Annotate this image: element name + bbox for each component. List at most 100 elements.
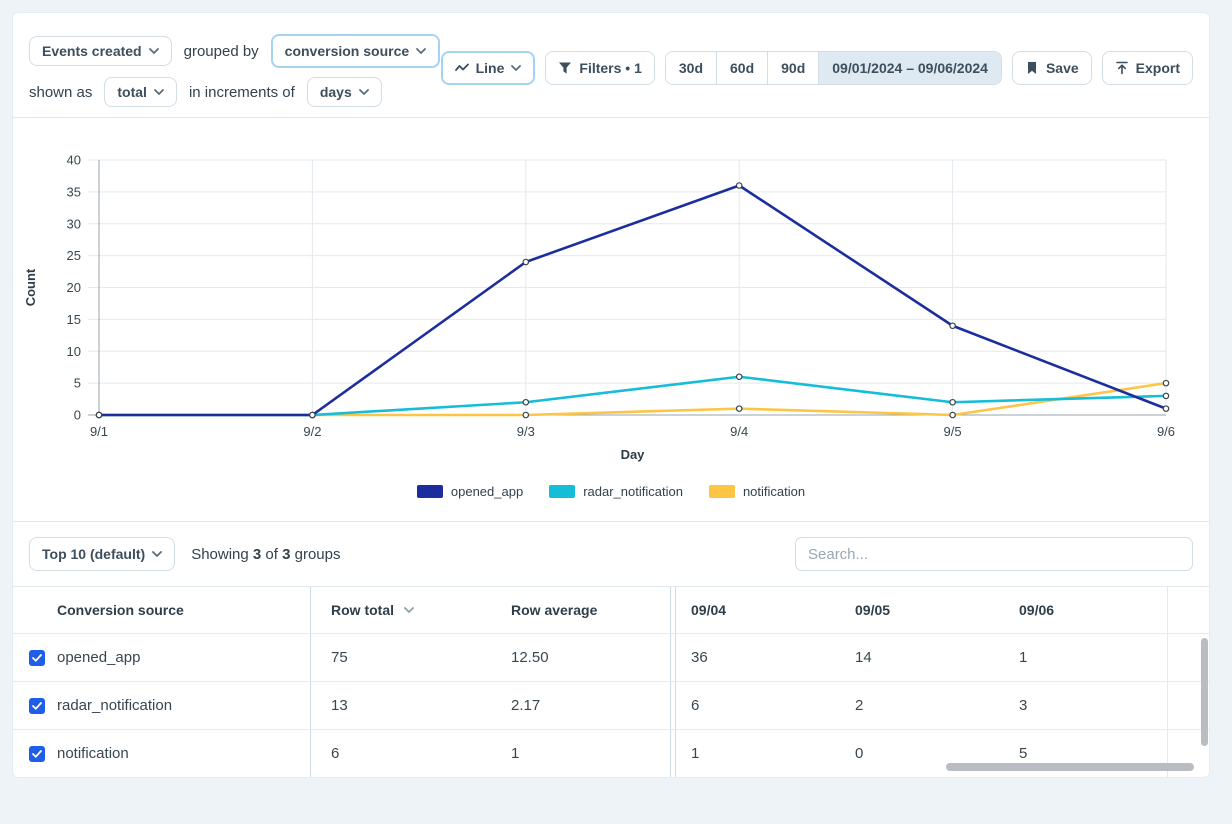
row-average-cell: 12.50 <box>491 634 671 681</box>
scrollable-columns: 09/04 09/05 09/06 <box>675 587 1209 633</box>
chart-type-dropdown[interactable]: Line <box>440 51 536 85</box>
chart-section: 0 5 10 15 20 25 30 35 40 9/1 9/2 9/3 9/4 9/5 9/6 Count D… <box>13 118 1209 521</box>
row-checkbox[interactable] <box>29 649 45 666</box>
checkmark-icon <box>32 749 42 758</box>
save-button[interactable]: Save <box>1011 51 1092 85</box>
chevron-down-icon <box>148 48 159 54</box>
legend-swatch <box>416 485 443 498</box>
metric-dropdown-label: Events created <box>42 43 142 59</box>
top-groups-label: Top 10 (default) <box>42 546 146 562</box>
filters-button[interactable]: Filters • 1 <box>545 51 655 85</box>
sort-chevron-down-icon <box>404 607 414 613</box>
chevron-down-icon <box>511 65 522 71</box>
svg-text:5: 5 <box>74 376 81 391</box>
row-average-cell: 1 <box>491 730 671 777</box>
svg-text:9/4: 9/4 <box>730 424 748 439</box>
legend-label: opened_app <box>450 484 524 499</box>
column-header-09-06[interactable]: 09/06 <box>1004 587 1168 633</box>
legend-item-opened-app[interactable]: opened_app <box>416 484 524 499</box>
bookmark-icon <box>1027 62 1036 74</box>
svg-text:10: 10 <box>67 344 81 359</box>
horizontal-scrollbar[interactable] <box>946 763 1194 771</box>
query-builder: Events created grouped by conversion sou… <box>29 34 441 117</box>
export-up-arrow-icon <box>1115 61 1128 75</box>
svg-text:9/3: 9/3 <box>517 424 535 439</box>
filters-label: Filters • 1 <box>579 60 642 76</box>
svg-text:9/2: 9/2 <box>303 424 321 439</box>
group-by-value: conversion source <box>284 43 410 59</box>
legend-swatch <box>549 485 576 498</box>
column-header-row-total[interactable]: Row total <box>311 587 491 633</box>
value-cell: 3 <box>1004 682 1168 729</box>
svg-text:Count: Count <box>23 268 38 306</box>
column-header-09-05[interactable]: 09/05 <box>840 587 1004 633</box>
column-header-09-04[interactable]: 09/04 <box>676 587 840 633</box>
custom-date-range-button[interactable]: 09/01/2024 – 09/06/2024 <box>819 52 1001 84</box>
top-groups-dropdown[interactable]: Top 10 (default) <box>29 537 176 571</box>
range-60d-button[interactable]: 60d <box>717 52 769 84</box>
export-label: Export <box>1135 60 1180 76</box>
chevron-down-icon <box>416 48 427 54</box>
range-90d-button[interactable]: 90d <box>768 52 820 84</box>
table-body: opened_app 75 12.50 36 14 1 radar_notifi… <box>13 634 1209 777</box>
toolbar: Events created grouped by conversion sou… <box>13 13 1209 118</box>
table-controls: Top 10 (default) Showing 3 of 3 groups <box>13 521 1209 586</box>
value-cell: 36 <box>691 649 708 666</box>
svg-text:15: 15 <box>67 312 81 327</box>
row-label: notification <box>57 745 129 762</box>
row-average-cell: 2.17 <box>491 682 671 729</box>
column-header-row-average[interactable]: Row average <box>491 587 671 633</box>
row-total-cell: 6 <box>331 745 340 762</box>
group-by-dropdown[interactable]: conversion source <box>270 34 441 68</box>
line-chart[interactable]: 0 5 10 15 20 25 30 35 40 9/1 9/2 9/3 9/4 9/5 9/6 Count D… <box>13 118 1210 466</box>
chevron-down-icon <box>152 551 163 557</box>
table-row-opened-app: opened_app 75 12.50 36 14 1 <box>13 634 1209 682</box>
row-checkbox[interactable] <box>29 697 45 714</box>
svg-text:20: 20 <box>67 280 81 295</box>
toolbar-actions: Line Filters • 1 30d 60d 90d 09/01/2024 … <box>440 51 1193 117</box>
value-cell: 6 <box>691 697 700 714</box>
line-chart-icon <box>454 63 469 71</box>
value-cell: 1 <box>1004 634 1168 681</box>
legend-item-radar-notification[interactable]: radar_notification <box>549 484 683 499</box>
legend-label: radar_notification <box>583 484 683 499</box>
funnel-icon <box>559 62 572 74</box>
svg-text:0: 0 <box>74 408 81 423</box>
groups-total-count: 3 <box>282 545 291 563</box>
export-button[interactable]: Export <box>1101 51 1193 85</box>
chevron-down-icon <box>154 89 164 95</box>
svg-text:9/5: 9/5 <box>944 424 962 439</box>
increments-value: days <box>319 84 352 100</box>
grouped-by-label: grouped by <box>183 42 259 60</box>
table-header-row: Conversion source Row total Row average … <box>13 586 1209 634</box>
row-label: radar_notification <box>57 697 173 714</box>
svg-text:30: 30 <box>67 216 81 231</box>
shown-as-label: shown as <box>29 83 93 101</box>
groups-summary: Showing 3 of 3 groups <box>191 545 341 563</box>
range-30d-button[interactable]: 30d <box>665 52 717 84</box>
shown-as-dropdown[interactable]: total <box>104 77 177 107</box>
save-label: Save <box>1045 60 1079 76</box>
search-input[interactable] <box>795 537 1193 571</box>
column-header-conversion-source[interactable]: Conversion source <box>13 587 311 633</box>
svg-text:35: 35 <box>67 184 81 199</box>
increments-label: in increments of <box>188 83 295 101</box>
metric-dropdown[interactable]: Events created <box>29 36 172 66</box>
chart-type-label: Line <box>475 60 505 76</box>
report-card: Events created grouped by conversion sou… <box>12 12 1210 778</box>
row-checkbox[interactable] <box>29 745 45 762</box>
chart-legend: opened_app radar_notification notificati… <box>13 484 1209 499</box>
chevron-down-icon <box>358 89 369 95</box>
vertical-scrollbar[interactable] <box>1201 638 1208 746</box>
breakdown-table: Conversion source Row total Row average … <box>13 586 1209 777</box>
svg-text:9/6: 9/6 <box>1157 424 1175 439</box>
increments-dropdown[interactable]: days <box>306 77 382 107</box>
legend-label: notification <box>742 484 806 499</box>
value-cell: 14 <box>855 649 872 666</box>
value-cell: 2 <box>855 697 864 714</box>
legend-item-notification[interactable]: notification <box>708 484 806 499</box>
table-row-radar-notification: radar_notification 13 2.17 6 2 3 <box>13 682 1209 730</box>
svg-text:Day: Day <box>621 447 646 462</box>
svg-text:25: 25 <box>67 248 81 263</box>
svg-text:40: 40 <box>67 153 81 168</box>
